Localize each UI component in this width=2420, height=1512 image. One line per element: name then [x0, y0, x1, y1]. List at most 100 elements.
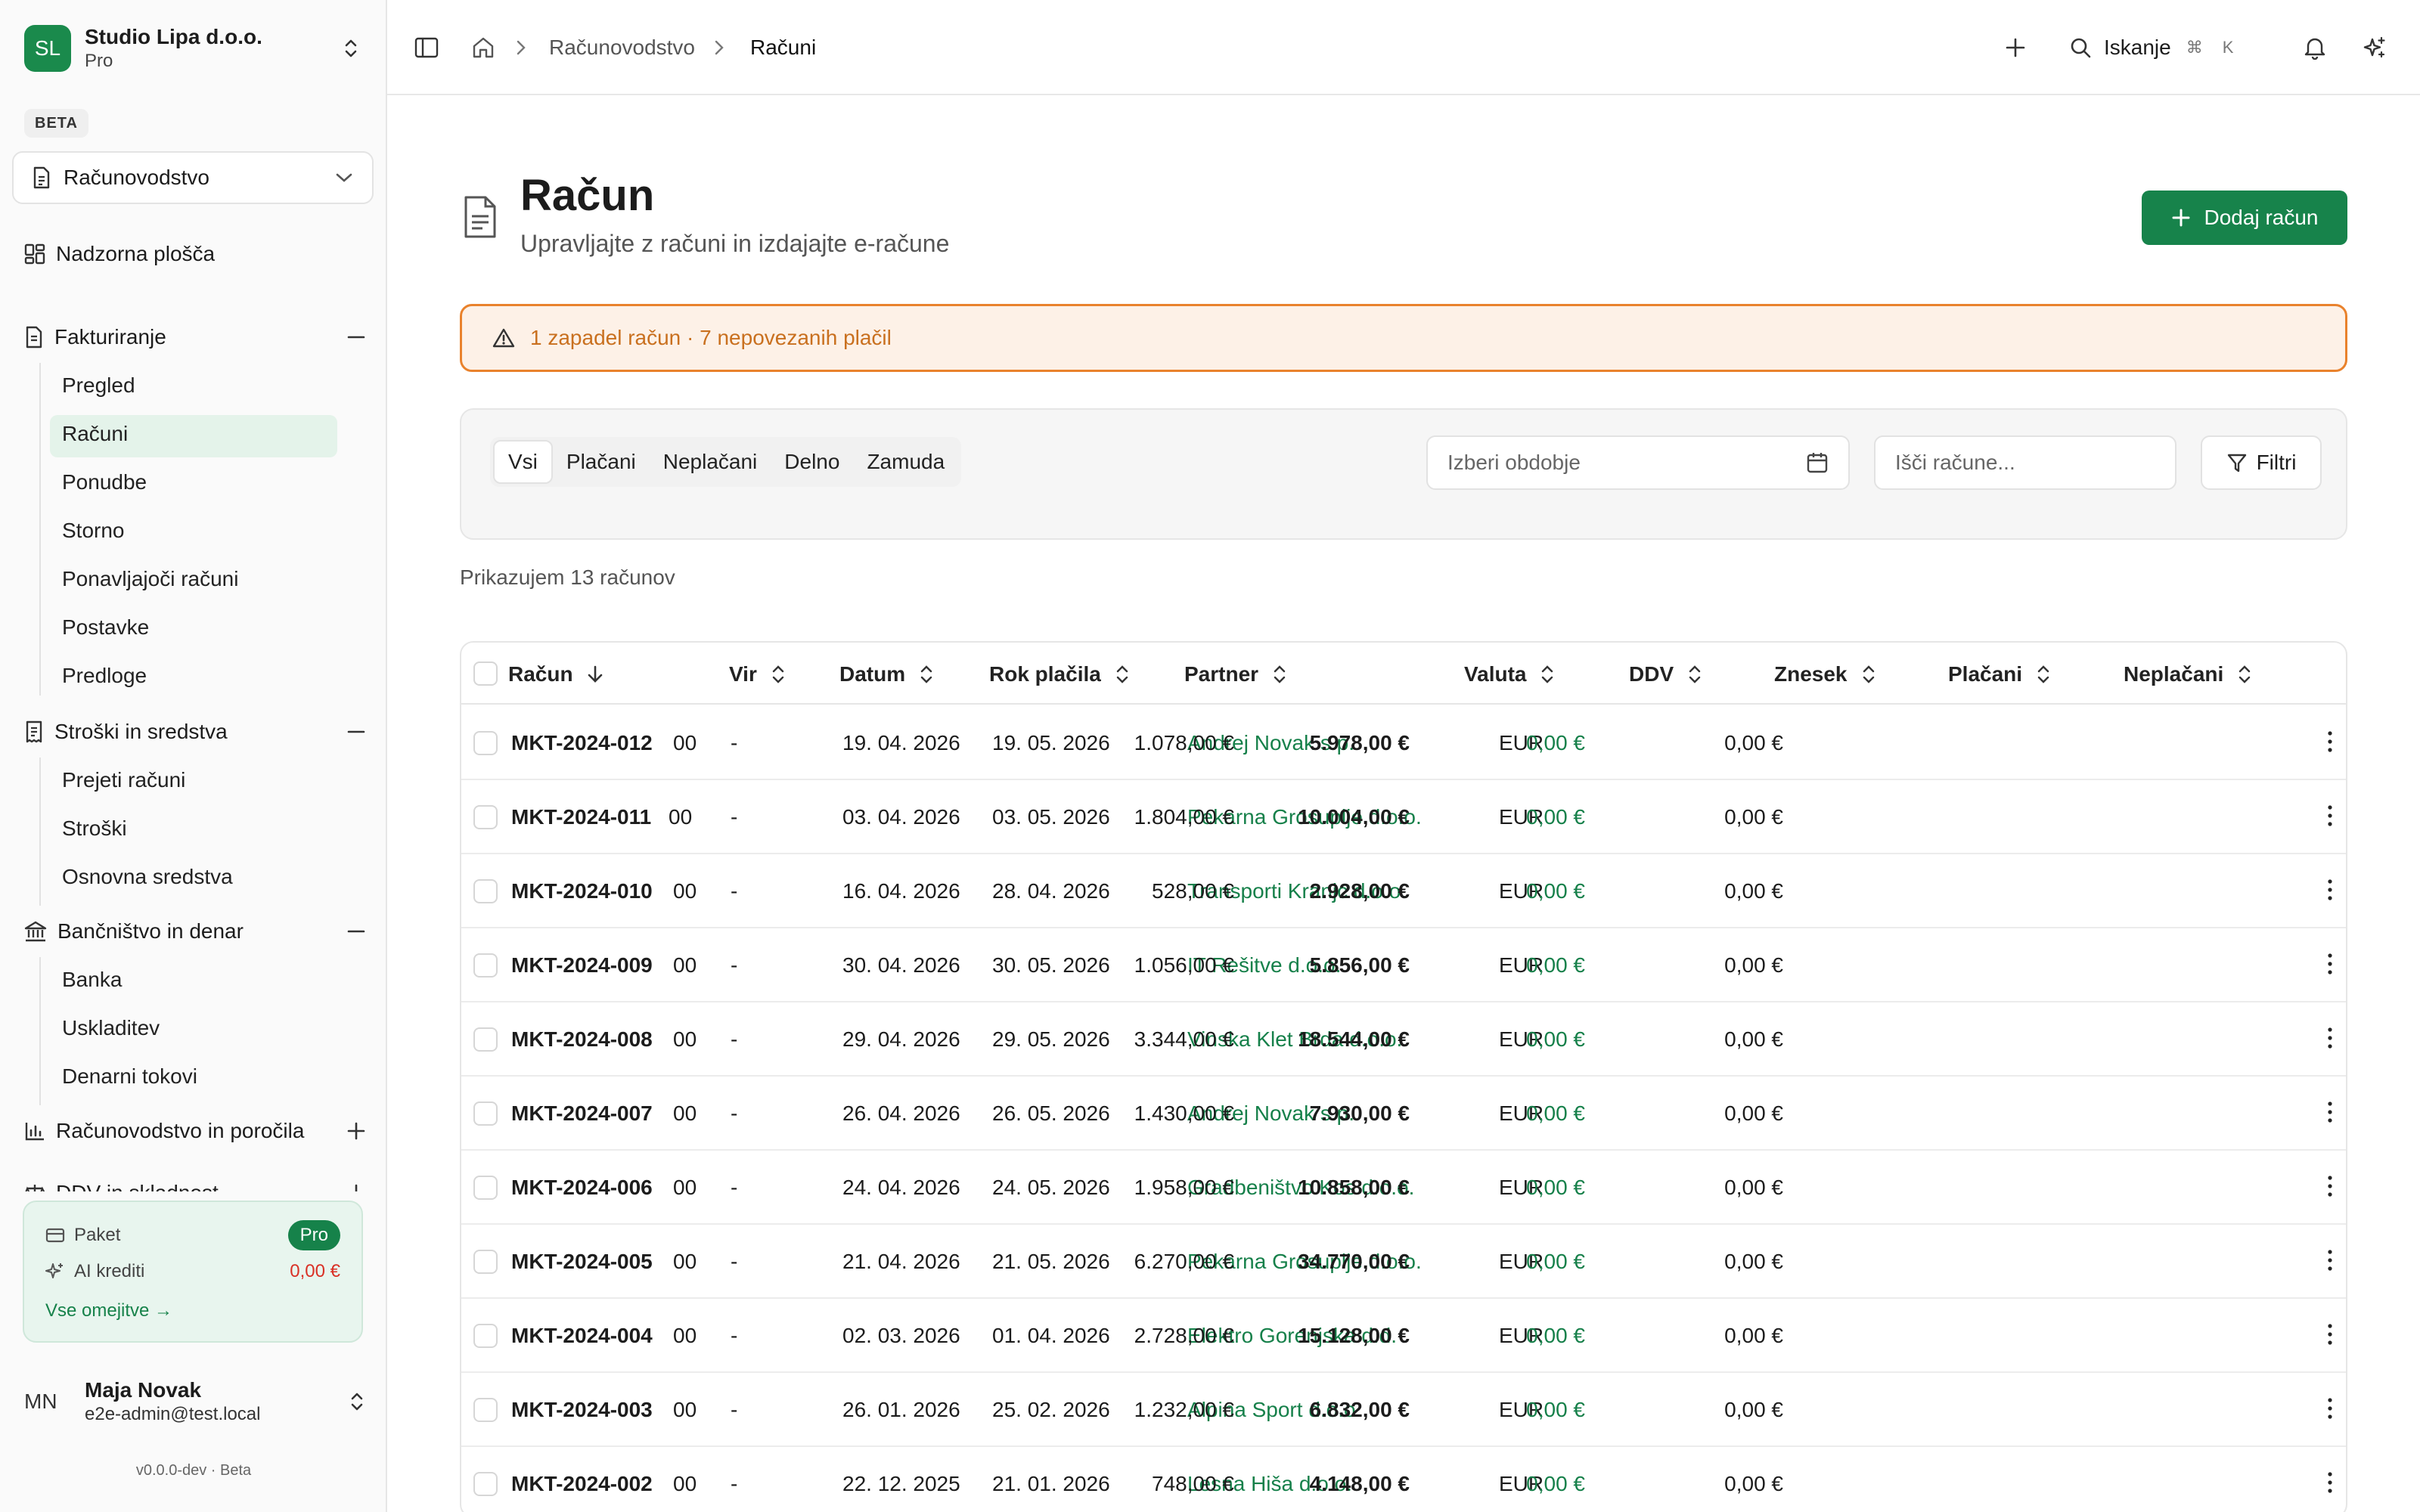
row-checkbox[interactable]	[473, 805, 498, 829]
ai-sparkles-icon[interactable]	[2363, 33, 2387, 63]
column-label: DDV	[1629, 662, 1674, 686]
sidebar-group-fakturiranje[interactable]: Fakturiranje	[24, 318, 366, 357]
column-header-datum[interactable]: Datum	[839, 661, 934, 688]
user-menu[interactable]: MN Maja Novak e2e-admin@test.local	[24, 1374, 366, 1429]
column-label: Plačani	[1948, 662, 2023, 686]
table-row[interactable]: MKT-2024-011 00-03. 04. 2026 03. 05. 2026 P…	[461, 780, 2346, 854]
collapse-icon[interactable]	[346, 722, 366, 742]
sidebar-item-racuni[interactable]: Računi	[62, 422, 128, 446]
plus-icon[interactable]	[2004, 33, 2027, 63]
cell-amount: 18.544,00 €	[1298, 1027, 1410, 1051]
column-header-znesek[interactable]: Znesek	[1774, 661, 1876, 688]
filters-button[interactable]: Filtri	[2201, 435, 2322, 490]
collapse-icon[interactable]	[346, 327, 366, 347]
more-vertical-icon[interactable]	[2326, 877, 2334, 903]
expand-icon[interactable]	[346, 1183, 366, 1191]
sidebar-group-stroski[interactable]: Stroški in sredstva	[24, 712, 366, 751]
more-vertical-icon[interactable]	[2326, 729, 2334, 754]
sidebar-item-storno[interactable]: Storno	[62, 519, 125, 543]
table-row[interactable]: MKT-2024-008 00-29. 04. 2026 29. 05. 2026 V…	[461, 1002, 2346, 1077]
more-vertical-icon[interactable]	[2326, 1321, 2334, 1347]
sidebar-group-porocila[interactable]: Računovodstvo in poročila	[24, 1111, 366, 1151]
column-header-racun[interactable]: Račun	[508, 661, 603, 688]
row-checkbox[interactable]	[473, 1472, 498, 1496]
table-row[interactable]: MKT-2024-004 00-02. 03. 2026 01. 04. 2026 E…	[461, 1299, 2346, 1373]
sidebar-item-ponudbe[interactable]: Ponudbe	[62, 470, 147, 494]
cell-date: 03. 04. 2026	[842, 805, 960, 829]
row-checkbox[interactable]	[473, 1101, 498, 1126]
sidebar-toggle-icon[interactable]	[414, 33, 439, 63]
select-all-checkbox[interactable]	[473, 662, 498, 686]
tab-all[interactable]: Vsi	[493, 440, 553, 484]
row-checkbox[interactable]	[473, 1027, 498, 1052]
table-row[interactable]: MKT-2024-007 00-26. 04. 2026 26. 05. 2026 A…	[461, 1077, 2346, 1151]
more-vertical-icon[interactable]	[2326, 803, 2334, 829]
column-header-partner[interactable]: Partner	[1184, 661, 1287, 688]
column-header-placani[interactable]: Plačani	[1948, 661, 2051, 688]
sidebar-group-bancnistvo[interactable]: Bančništvo in denar	[24, 912, 366, 951]
row-checkbox[interactable]	[473, 1176, 498, 1200]
overdue-alert[interactable]: 1 zapadel račun · 7 nepovezanih plačil	[460, 304, 2347, 372]
chevrons-up-down-icon[interactable]	[336, 33, 366, 64]
bell-icon[interactable]	[2304, 33, 2326, 63]
sidebar-group-label: Računovodstvo in poročila	[56, 1119, 305, 1142]
sidebar-item-denarni-tokovi[interactable]: Denarni tokovi	[62, 1064, 197, 1089]
row-checkbox[interactable]	[473, 1398, 498, 1422]
more-vertical-icon[interactable]	[2326, 1099, 2334, 1125]
table-row[interactable]: MKT-2024-010 00-16. 04. 2026 28. 04. 2026 T…	[461, 854, 2346, 928]
column-header-valuta[interactable]: Valuta	[1464, 661, 1555, 688]
collapse-icon[interactable]	[346, 922, 366, 941]
plus-icon	[2171, 208, 2191, 228]
invoice-search-input[interactable]: Išči račune...	[1874, 435, 2176, 490]
all-limits-link[interactable]: Vse omejitve →	[45, 1300, 172, 1321]
table-row[interactable]: MKT-2024-006 00-24. 04. 2026 24. 05. 2026 G…	[461, 1151, 2346, 1225]
row-checkbox[interactable]	[473, 879, 498, 903]
cell-vat: 748,00 €	[1152, 1472, 1234, 1495]
table-row[interactable]: MKT-2024-003 00-26. 01. 2026 25. 02. 2026 A…	[461, 1373, 2346, 1447]
expand-icon[interactable]	[346, 1121, 366, 1141]
more-vertical-icon[interactable]	[2326, 1025, 2334, 1051]
sidebar-item-prejeti-racuni[interactable]: Prejeti računi	[62, 768, 185, 792]
row-checkbox[interactable]	[473, 731, 498, 755]
tab-unpaid[interactable]: Neplačani	[650, 440, 771, 484]
column-header-neplacani[interactable]: Neplačani	[2124, 661, 2252, 688]
column-header-vir[interactable]: Vir	[729, 661, 786, 688]
sidebar-item-banka[interactable]: Banka	[62, 968, 122, 992]
tab-partial[interactable]: Delno	[771, 440, 853, 484]
breadcrumb-accounting[interactable]: Računovodstvo	[549, 33, 695, 63]
module-select[interactable]: Računovodstvo	[12, 151, 374, 204]
sidebar-item-osnovna-sredstva[interactable]: Osnovna sredstva	[62, 865, 233, 889]
table-row[interactable]: MKT-2024-002 00-22. 12. 2025 21. 01. 2026 L…	[461, 1447, 2346, 1512]
sidebar-item-stroski[interactable]: Stroški	[62, 816, 127, 841]
sidebar-group-ddv[interactable]: DDV in skladnost	[24, 1173, 366, 1191]
org-switcher[interactable]: SL Studio Lipa d.o.o. Pro	[24, 23, 366, 74]
table-row[interactable]: MKT-2024-005 00-21. 04. 2026 21. 05. 2026 P…	[461, 1225, 2346, 1299]
table-row[interactable]: MKT-2024-012 00-19. 04. 2026 19. 05. 2026 A…	[461, 706, 2346, 780]
tab-overdue[interactable]: Zamuda	[853, 440, 958, 484]
sidebar-item-ponavljajoci[interactable]: Ponavljajoči računi	[62, 567, 238, 591]
sidebar-item-predloge[interactable]: Predloge	[62, 664, 147, 688]
sidebar-item-pregled[interactable]: Pregled	[62, 373, 135, 398]
more-vertical-icon[interactable]	[2326, 951, 2334, 977]
more-vertical-icon[interactable]	[2326, 1173, 2334, 1199]
period-picker[interactable]: Izberi obdobje	[1426, 435, 1850, 490]
column-header-rok[interactable]: Rok plačila	[989, 661, 1130, 688]
cell-due-date: 25. 02. 2026	[992, 1398, 1110, 1421]
sidebar-item-postavke[interactable]: Postavke	[62, 615, 149, 640]
sidebar-item-dashboard[interactable]: Nadzorna plošča	[24, 234, 215, 274]
more-vertical-icon[interactable]	[2326, 1470, 2334, 1495]
tab-paid[interactable]: Plačani	[553, 440, 650, 484]
global-search[interactable]: Iskanje ⌘ K	[2069, 33, 2233, 63]
row-checkbox[interactable]	[473, 1250, 498, 1274]
table-row[interactable]: MKT-2024-009 00-30. 04. 2026 30. 05. 2026 I…	[461, 928, 2346, 1002]
more-vertical-icon[interactable]	[2326, 1247, 2334, 1273]
add-invoice-button[interactable]: Dodaj račun	[2142, 191, 2347, 245]
more-vertical-icon[interactable]	[2326, 1396, 2334, 1421]
row-checkbox[interactable]	[473, 1324, 498, 1348]
column-header-ddv[interactable]: DDV	[1629, 661, 1702, 688]
cell-paid: 0,00 €	[1526, 1324, 1585, 1347]
home-icon[interactable]	[472, 33, 495, 63]
cell-paid: 0,00 €	[1526, 1398, 1585, 1421]
row-checkbox[interactable]	[473, 953, 498, 978]
sidebar-item-uskladitev[interactable]: Uskladitev	[62, 1016, 160, 1040]
